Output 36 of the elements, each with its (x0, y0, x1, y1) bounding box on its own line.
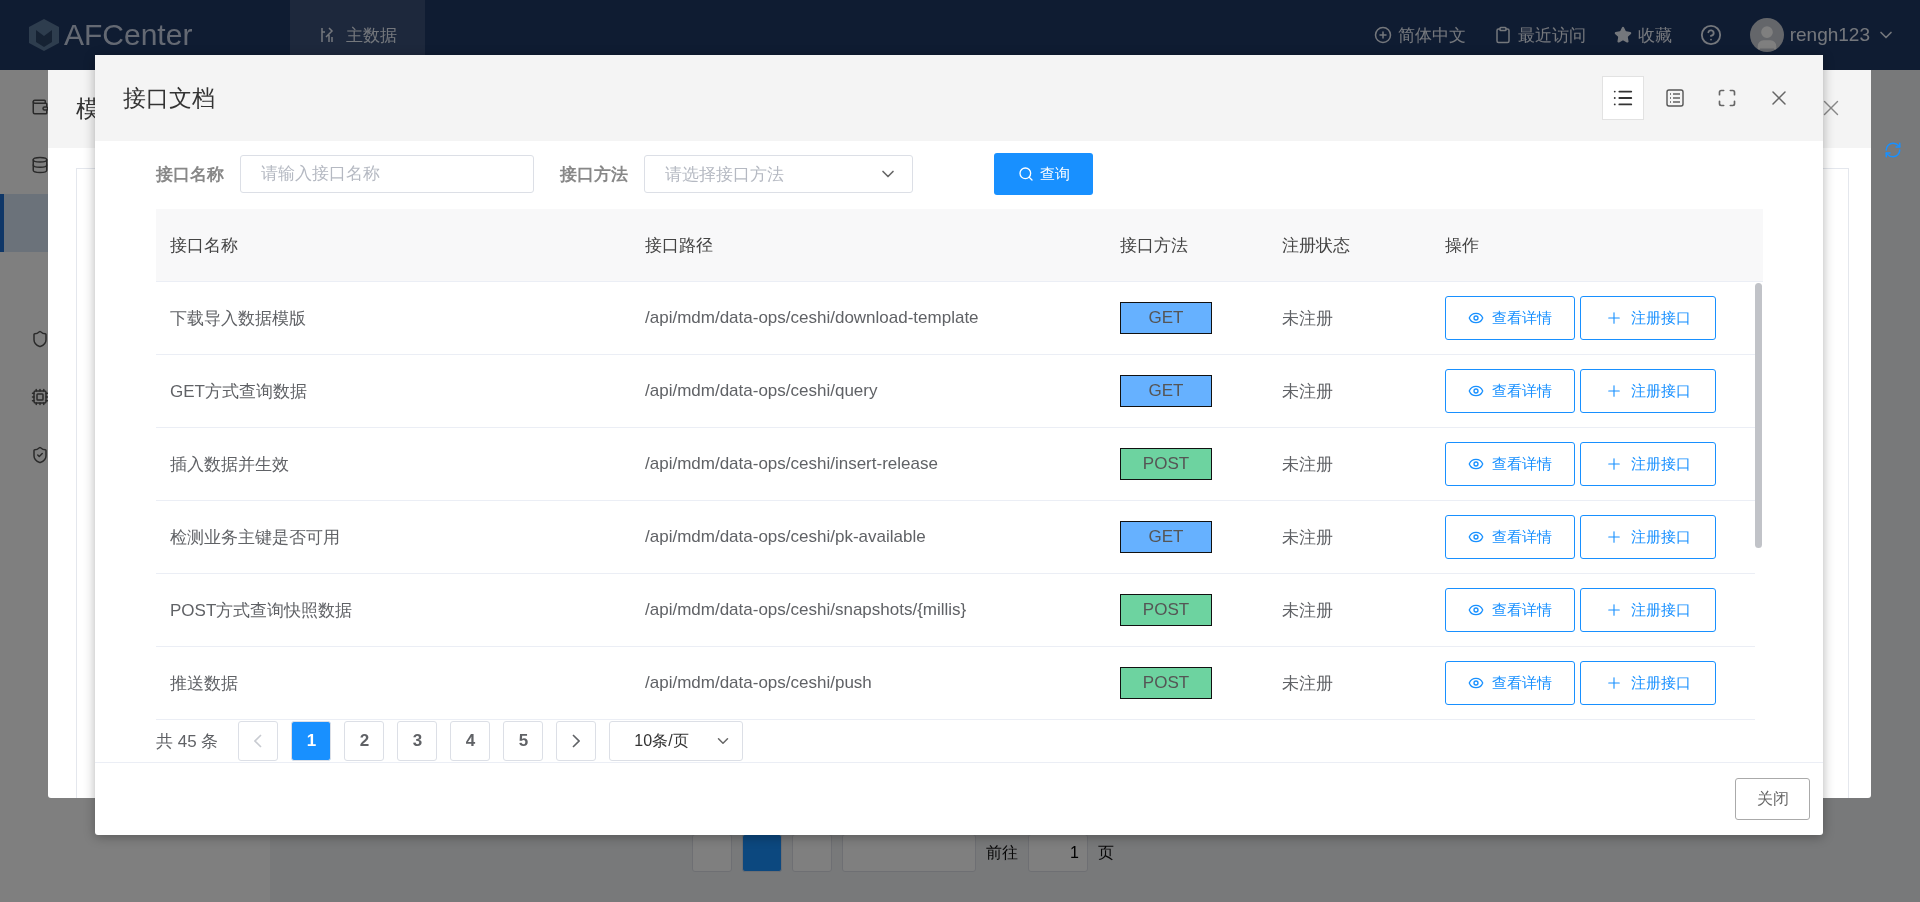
table-cell-text: /api/mdm/data-ops/ceshi/push (644, 673, 873, 693)
column-header: 接口路径 (644, 234, 714, 257)
table-cell-text: 检测业务主键是否可用 (169, 526, 341, 549)
method-tag: GET (1120, 302, 1212, 334)
table-cell-text: /api/mdm/data-ops/ceshi/query (644, 381, 879, 401)
table-cell-text: 未注册 (1281, 599, 1334, 622)
logo-text: AFCenter (64, 18, 193, 52)
method-tag: GET (1120, 375, 1212, 407)
filter-label: 接口名称 (156, 163, 224, 186)
jump-label: 前往 (986, 842, 1018, 863)
column-header: 注册状态 (1281, 234, 1351, 257)
table-cell-text: 插入数据并生效 (169, 453, 290, 476)
total-count: 共 45 条 (156, 730, 219, 753)
table-cell-text: 推送数据 (169, 672, 239, 695)
column-header: 接口名称 (169, 234, 239, 257)
method-tag: POST (1120, 594, 1212, 626)
table-cell-text: GET方式查询数据 (169, 380, 308, 403)
table-cell-text: POST方式查询快照数据 (169, 599, 354, 622)
table-cell-text: 未注册 (1281, 526, 1334, 549)
table-cell-text: 未注册 (1281, 380, 1334, 403)
filter-label: 接口方法 (560, 163, 628, 186)
table-cell-text: 未注册 (1281, 672, 1334, 695)
table-cell-text: /api/mdm/data-ops/ceshi/pk-available (644, 527, 927, 547)
method-tag: POST (1120, 667, 1212, 699)
table-cell-text: 未注册 (1281, 307, 1334, 330)
table-cell-text: /api/mdm/data-ops/ceshi/snapshots/{millis} (644, 600, 968, 620)
method-tag: POST (1120, 448, 1212, 480)
table-cell-text: /api/mdm/data-ops/ceshi/insert-release (644, 454, 939, 474)
column-header: 接口方法 (1119, 234, 1189, 257)
column-header: 操作 (1444, 234, 1480, 257)
method-tag: GET (1120, 521, 1212, 553)
table-cell-text: 下载导入数据模版 (169, 307, 307, 330)
page-unit: 页 (1098, 842, 1114, 863)
table-cell-text: 未注册 (1281, 453, 1334, 476)
table-cell-text: /api/mdm/data-ops/ceshi/download-template (644, 308, 980, 328)
dialog-title: 接口文档 (123, 83, 215, 113)
